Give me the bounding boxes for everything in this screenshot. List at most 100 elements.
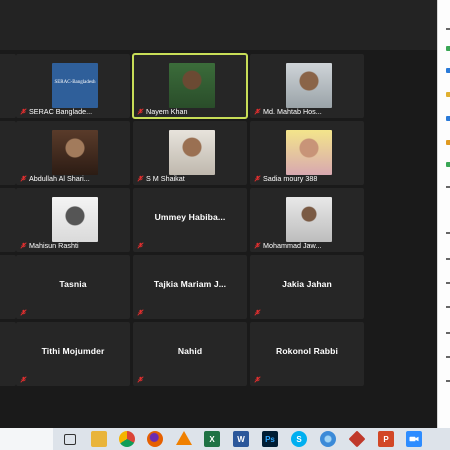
participant-video bbox=[52, 197, 98, 242]
participant-tile[interactable] bbox=[0, 322, 16, 386]
participant-name-text: Sadia moury 388 bbox=[263, 174, 318, 183]
muted-mic-icon bbox=[254, 175, 261, 182]
panel-status-icon bbox=[446, 92, 450, 97]
participant-video bbox=[286, 130, 332, 175]
panel-status-icon bbox=[446, 68, 450, 73]
participant-name: Nahid bbox=[177, 346, 203, 356]
panel-status-icon bbox=[446, 140, 450, 145]
participant-tile[interactable] bbox=[0, 188, 16, 252]
participant-tile[interactable]: Ummey Habiba... bbox=[133, 188, 247, 252]
zoom-gallery-view: SERAC-Bangladesh SERAC Banglade... Nayem K… bbox=[0, 0, 437, 428]
participant-name-text: Md. Mahtab Hos... bbox=[263, 107, 322, 116]
participant-tile[interactable]: Tasnia bbox=[16, 255, 130, 319]
participant-tile[interactable]: Nayem Khan bbox=[132, 53, 248, 119]
participant-name-text: Abdullah Al Shari... bbox=[29, 174, 90, 183]
task-view-icon[interactable] bbox=[64, 434, 76, 445]
muted-mic-icon bbox=[20, 242, 27, 249]
participant-video bbox=[52, 130, 98, 175]
panel-mark bbox=[446, 356, 450, 358]
participant-name: Mohammad Jaw... bbox=[254, 241, 321, 250]
participant-name: Tajkia Mariam J... bbox=[153, 279, 227, 289]
muted-mic-icon bbox=[137, 175, 144, 182]
excel-icon[interactable]: X bbox=[204, 431, 220, 447]
app-icon[interactable] bbox=[348, 430, 366, 448]
participant-tile[interactable]: SERAC-Bangladesh SERAC Banglade... bbox=[16, 54, 130, 118]
muted-mic-icon bbox=[137, 108, 144, 115]
participant-name: SERAC Banglade... bbox=[20, 107, 92, 116]
participant-video bbox=[169, 63, 215, 108]
participant-name: Tasnia bbox=[59, 279, 87, 289]
participant-name: S M Shaikat bbox=[137, 174, 185, 183]
participant-tile[interactable]: Abdullah Al Shari... bbox=[16, 121, 130, 185]
participant-name-text: S M Shaikat bbox=[146, 174, 185, 183]
panel-status-icon bbox=[446, 162, 450, 167]
taskbar-search-area[interactable] bbox=[0, 428, 53, 450]
gallery-top-strip bbox=[0, 0, 437, 50]
participant-video bbox=[286, 197, 332, 242]
muted-mic-icon bbox=[20, 309, 27, 316]
skype-icon[interactable]: S bbox=[291, 431, 307, 447]
muted-mic-icon bbox=[254, 376, 261, 383]
panel-mark bbox=[446, 186, 450, 188]
participant-video bbox=[169, 130, 215, 175]
muted-mic-icon bbox=[20, 175, 27, 182]
participant-name: Jakia Jahan bbox=[282, 279, 332, 289]
participant-tile[interactable]: Nahid bbox=[133, 322, 247, 386]
participant-name: Ummey Habiba... bbox=[154, 212, 226, 222]
panel-mark bbox=[446, 232, 450, 234]
muted-mic-icon bbox=[254, 108, 261, 115]
participant-tile[interactable]: Rokonol Rabbi bbox=[250, 322, 364, 386]
windows-taskbar: X W Ps S P bbox=[0, 428, 450, 450]
participant-tile[interactable]: Tajkia Mariam J... bbox=[133, 255, 247, 319]
participant-tile[interactable]: Mohammad Jaw... bbox=[250, 188, 364, 252]
zoom-icon[interactable] bbox=[406, 431, 422, 447]
muted-mic-icon bbox=[20, 376, 27, 383]
participant-name: Abdullah Al Shari... bbox=[20, 174, 90, 183]
panel-mark bbox=[446, 332, 450, 334]
side-panel bbox=[437, 0, 450, 428]
panel-mark bbox=[446, 282, 450, 284]
participant-name-text: SERAC Banglade... bbox=[29, 107, 93, 116]
participant-name: Rokonol Rabbi bbox=[276, 346, 338, 356]
file-explorer-icon[interactable] bbox=[91, 431, 107, 447]
participant-video: SERAC-Bangladesh bbox=[52, 63, 98, 108]
participant-tile[interactable]: S M Shaikat bbox=[133, 121, 247, 185]
word-icon[interactable]: W bbox=[233, 431, 249, 447]
network-icon[interactable] bbox=[320, 431, 336, 447]
participant-tile[interactable]: Tithi Mojumder bbox=[16, 322, 130, 386]
chrome-icon[interactable] bbox=[119, 431, 135, 447]
firefox-icon[interactable] bbox=[147, 431, 163, 447]
muted-mic-icon bbox=[20, 108, 27, 115]
participant-name: Nayem Khan bbox=[137, 107, 188, 116]
participant-name: Tithi Mojumder bbox=[41, 346, 105, 356]
panel-mark bbox=[446, 306, 450, 308]
participant-tile[interactable]: Sadia moury 388 bbox=[250, 121, 364, 185]
participant-name-text: Nayem Khan bbox=[146, 107, 188, 116]
org-logo-text: SERAC-Bangladesh bbox=[54, 80, 96, 85]
participant-name: Md. Mahtab Hos... bbox=[254, 107, 322, 116]
muted-mic-icon bbox=[137, 376, 144, 383]
panel-status-icon bbox=[446, 46, 450, 51]
participant-name: Mahisun Rashti bbox=[20, 241, 79, 250]
panel-status-icon bbox=[446, 116, 450, 121]
participant-tile[interactable]: Mahisun Rashti bbox=[16, 188, 130, 252]
participant-tile[interactable] bbox=[0, 121, 16, 185]
participant-tile[interactable] bbox=[0, 54, 16, 118]
muted-mic-icon bbox=[254, 309, 261, 316]
participant-name-text: Mahisun Rashti bbox=[29, 241, 79, 250]
participant-name-text: Mohammad Jaw... bbox=[263, 241, 322, 250]
participant-tile[interactable]: Jakia Jahan bbox=[250, 255, 364, 319]
participant-video bbox=[286, 63, 332, 108]
muted-mic-icon bbox=[137, 242, 144, 249]
muted-mic-icon bbox=[254, 242, 261, 249]
muted-mic-icon bbox=[137, 309, 144, 316]
panel-mark bbox=[446, 258, 450, 260]
vlc-icon[interactable] bbox=[176, 431, 192, 445]
participant-tile[interactable] bbox=[0, 255, 16, 319]
participant-name: Sadia moury 388 bbox=[254, 174, 317, 183]
participant-tile[interactable]: Md. Mahtab Hos... bbox=[250, 54, 364, 118]
panel-mark bbox=[446, 380, 450, 382]
powerpoint-icon[interactable]: P bbox=[378, 431, 394, 447]
panel-mark bbox=[446, 28, 450, 30]
photoshop-icon[interactable]: Ps bbox=[262, 431, 278, 447]
